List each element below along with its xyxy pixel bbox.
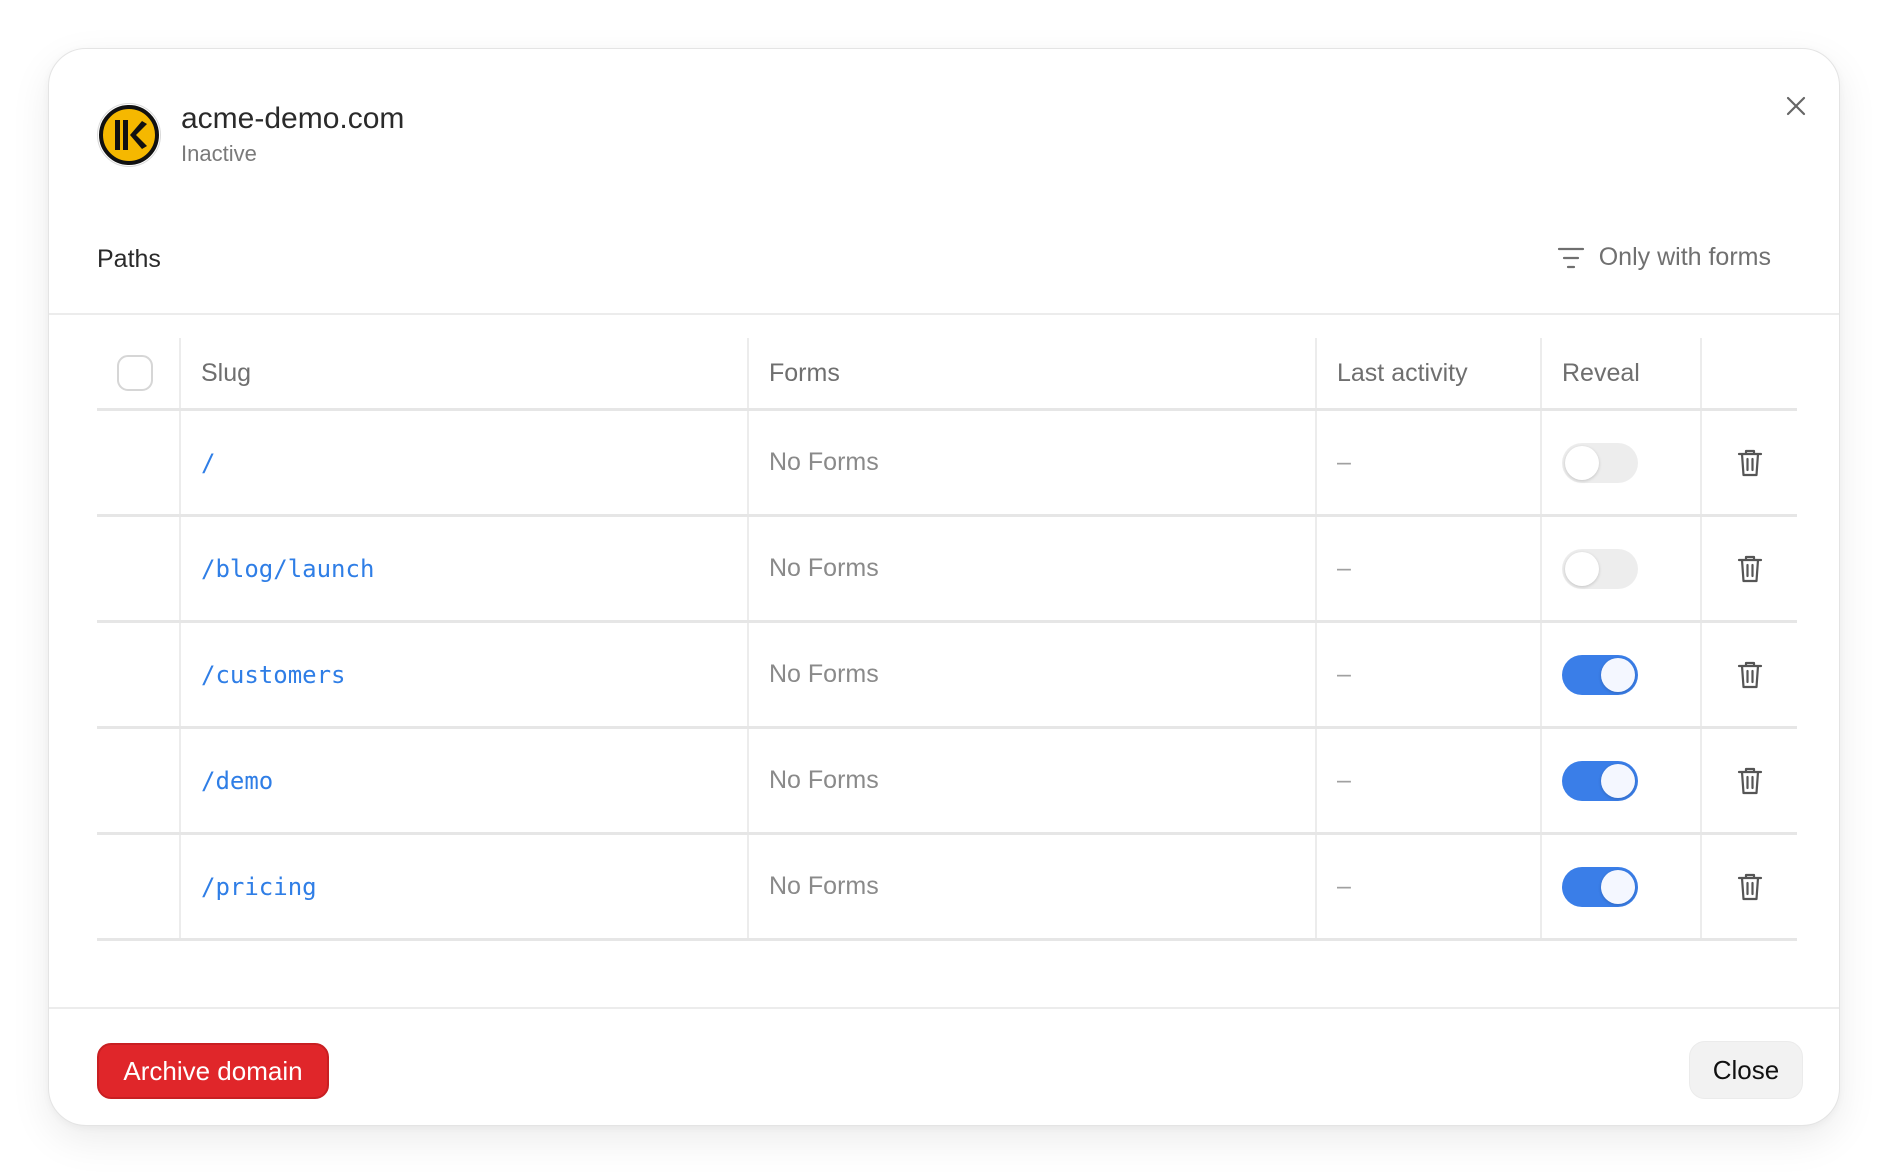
close-button[interactable]: Close	[1689, 1041, 1803, 1099]
last-activity-cell: –	[1315, 411, 1540, 514]
slug-cell: /customers	[179, 623, 747, 726]
table-header-row: Slug Forms Last activity Reveal	[97, 338, 1797, 411]
filter-label: Only with forms	[1598, 243, 1771, 271]
trash-icon	[1737, 661, 1762, 688]
table-row: /demo No Forms –	[97, 729, 1797, 835]
reveal-toggle[interactable]	[1562, 442, 1638, 483]
paths-table: Slug Forms Last activity Reveal / No For…	[97, 338, 1797, 941]
slug-cell: /	[179, 411, 747, 514]
reveal-toggle[interactable]	[1562, 760, 1638, 801]
delete-button[interactable]	[1735, 871, 1765, 903]
reveal-cell	[1540, 729, 1700, 832]
reveal-toggle[interactable]	[1562, 866, 1638, 907]
slug-cell: /demo	[179, 729, 747, 832]
delete-button[interactable]	[1735, 553, 1765, 585]
header-divider	[49, 313, 1839, 315]
delete-cell	[1700, 729, 1797, 832]
last-activity-cell: –	[1315, 623, 1540, 726]
delete-button[interactable]	[1735, 447, 1765, 479]
forms-cell: No Forms	[747, 411, 1315, 514]
last-activity-cell: –	[1315, 835, 1540, 938]
select-all-checkbox[interactable]	[117, 355, 153, 391]
domain-status: Inactive	[181, 141, 257, 166]
toggle-knob	[1601, 869, 1635, 904]
delete-button[interactable]	[1735, 659, 1765, 691]
slug-link[interactable]: /pricing	[201, 873, 317, 901]
select-all-cell	[97, 338, 179, 408]
trash-icon	[1737, 767, 1762, 794]
table-row: / No Forms –	[97, 411, 1797, 517]
column-header-slug: Slug	[179, 338, 747, 408]
trash-icon	[1737, 873, 1762, 900]
slug-link[interactable]: /demo	[201, 767, 273, 795]
only-with-forms-filter[interactable]: Only with forms	[1557, 243, 1771, 272]
keeper-logo-icon	[97, 103, 161, 167]
reveal-cell	[1540, 411, 1700, 514]
reveal-cell	[1540, 623, 1700, 726]
delete-cell	[1700, 411, 1797, 514]
table-row: /blog/launch No Forms –	[97, 517, 1797, 623]
domain-title: acme-demo.com	[181, 102, 405, 135]
paths-heading: Paths	[97, 245, 161, 273]
toggle-knob	[1601, 657, 1635, 692]
row-select-cell	[97, 729, 179, 832]
row-select-cell	[97, 411, 179, 514]
delete-button[interactable]	[1735, 765, 1765, 797]
last-activity-cell: –	[1315, 517, 1540, 620]
delete-cell	[1700, 835, 1797, 938]
forms-cell: No Forms	[747, 835, 1315, 938]
dialog-header: acme-demo.com Inactive	[97, 101, 404, 169]
column-header-actions	[1700, 338, 1797, 408]
row-select-cell	[97, 835, 179, 938]
forms-cell: No Forms	[747, 517, 1315, 620]
delete-cell	[1700, 623, 1797, 726]
trash-icon	[1737, 555, 1762, 582]
reveal-toggle[interactable]	[1562, 654, 1638, 695]
column-header-reveal: Reveal	[1540, 338, 1700, 408]
slug-cell: /pricing	[179, 835, 747, 938]
forms-cell: No Forms	[747, 623, 1315, 726]
toggle-knob	[1601, 763, 1635, 798]
slug-link[interactable]: /customers	[201, 661, 346, 689]
footer-divider	[49, 1007, 1839, 1009]
row-select-cell	[97, 517, 179, 620]
delete-cell	[1700, 517, 1797, 620]
reveal-toggle[interactable]	[1562, 548, 1638, 589]
row-select-cell	[97, 623, 179, 726]
dialog-close-button[interactable]	[1777, 87, 1815, 125]
trash-icon	[1737, 449, 1762, 476]
table-row: /pricing No Forms –	[97, 835, 1797, 941]
reveal-cell	[1540, 835, 1700, 938]
toggle-knob	[1565, 551, 1599, 586]
reveal-cell	[1540, 517, 1700, 620]
column-header-forms: Forms	[747, 338, 1315, 408]
table-row: /customers No Forms –	[97, 623, 1797, 729]
archive-domain-button[interactable]: Archive domain	[97, 1043, 329, 1099]
forms-cell: No Forms	[747, 729, 1315, 832]
domain-dialog: acme-demo.com Inactive Paths Only with f…	[48, 48, 1840, 1126]
close-icon	[1786, 96, 1806, 116]
slug-link[interactable]: /blog/launch	[201, 555, 374, 583]
last-activity-cell: –	[1315, 729, 1540, 832]
column-header-last-activity: Last activity	[1315, 338, 1540, 408]
filter-icon	[1557, 247, 1584, 268]
slug-cell: /blog/launch	[179, 517, 747, 620]
slug-link[interactable]: /	[201, 449, 215, 477]
toggle-knob	[1565, 445, 1599, 480]
